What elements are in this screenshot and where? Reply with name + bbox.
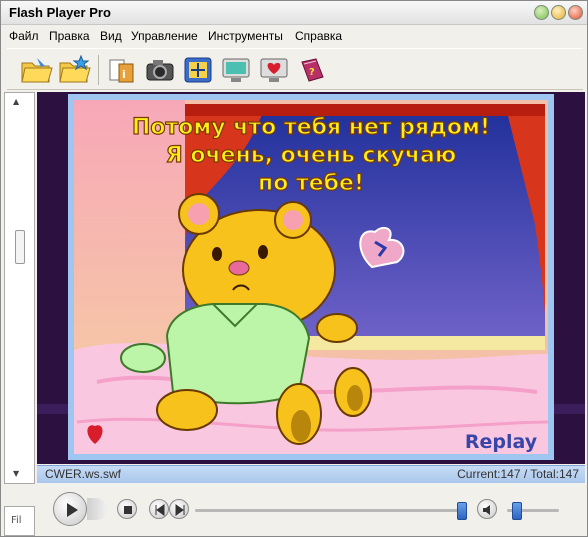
toolbar: i ? [7,48,583,90]
help-book-icon[interactable]: ? [295,54,329,86]
menu-help[interactable]: Справка [295,29,342,43]
volume-thumb[interactable] [512,502,523,520]
status-bar: CWER.ws.swf Current:147 / Total:147 [37,465,585,483]
flash-stage[interactable]: Потому что тебя нет рядом! Я очень, очен… [37,92,585,464]
menu-bar: Файл Правка Вид Управление Инструменты С… [1,26,587,46]
speaker-icon [483,505,490,515]
favorites-folder-icon[interactable] [57,54,91,86]
menu-control[interactable]: Управление [131,29,198,43]
file-list-tab-label: Fil [11,515,22,526]
window-title: Flash Player Pro [9,5,111,20]
previous-button[interactable] [149,499,169,519]
scroll-up-icon[interactable]: ▲ [13,97,19,106]
scroll-down-icon[interactable]: ▼ [13,469,19,478]
playback-position: Current:147 / Total:147 [457,467,579,481]
file-list-tab[interactable]: Fil [4,506,35,536]
title-bar[interactable]: Flash Player Pro [1,1,587,25]
app-window: Flash Player Pro Файл Правка Вид Управле… [0,0,588,537]
screensaver-heart-icon[interactable] [257,54,291,86]
play-button[interactable] [53,492,87,526]
fit-screen-icon[interactable] [181,54,215,86]
left-panel-scrollbar[interactable]: ▲ ▼ [4,92,35,484]
svg-text:i: i [122,68,126,81]
seek-track[interactable] [195,509,467,512]
banner-line-3: по тебе! [258,171,364,196]
svg-text:?: ? [309,67,315,78]
maximize-button[interactable] [551,5,566,20]
scroll-thumb[interactable] [15,230,25,264]
seek-thumb[interactable] [456,502,467,520]
replay-button[interactable]: Replay [465,431,538,453]
banner-line-1: Потому что тебя нет рядом! [132,115,490,140]
menu-file[interactable]: Файл [9,29,39,43]
menu-tools[interactable]: Инструменты [208,29,283,43]
menu-view[interactable]: Вид [100,29,122,43]
file-name: CWER.ws.swf [45,467,121,481]
next-button[interactable] [169,499,189,519]
menu-edit[interactable]: Правка [49,29,90,43]
mute-button[interactable] [477,499,497,519]
file-info-icon[interactable]: i [105,54,139,86]
playback-controls [37,484,585,536]
stop-button[interactable] [117,499,137,519]
fullscreen-monitor-icon[interactable] [219,54,253,86]
next-icon [175,504,185,516]
minimize-button[interactable] [534,5,549,20]
camera-icon[interactable] [143,54,177,86]
play-icon [67,503,78,517]
previous-icon [155,504,165,516]
stop-icon [124,506,132,514]
banner-line-2: Я очень, очень скучаю [166,143,456,168]
open-folder-icon[interactable] [19,54,53,86]
close-button[interactable] [568,5,583,20]
